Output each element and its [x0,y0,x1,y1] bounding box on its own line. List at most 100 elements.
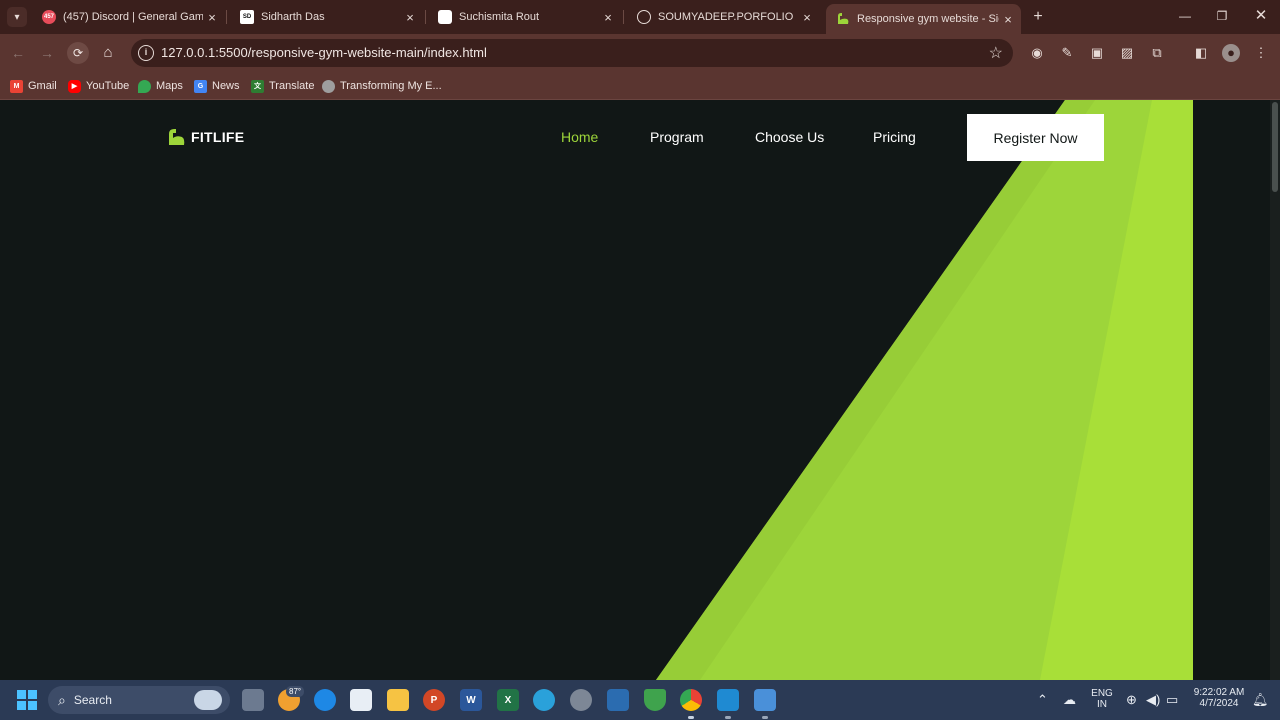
close-icon[interactable]: × [203,10,221,25]
language-indicator[interactable]: ENG IN [1090,688,1114,710]
globe-icon [637,10,651,24]
network-icon[interactable]: ⊕ [1126,692,1137,708]
tab-title: (457) Discord | General Gaming [63,11,203,23]
windows-start-button[interactable] [17,690,37,710]
search-icon: ⌕ [58,691,66,708]
close-icon[interactable]: × [401,10,419,25]
site-icon [438,10,452,24]
running-app-indicator [762,716,768,719]
bookmark-translate[interactable]: 文 Translate [251,77,314,95]
shield-icon[interactable] [644,689,666,711]
telegram-icon[interactable] [533,689,555,711]
app-icon[interactable] [607,689,629,711]
image-icon[interactable]: ▨ [1118,44,1136,62]
extension-icon[interactable]: ◉ [1028,44,1046,62]
side-panel-icon[interactable]: ◧ [1192,44,1210,62]
running-app-indicator [725,716,731,719]
tab-suchismita-rout[interactable]: Suchismita Rout × [428,4,621,30]
bookmark-youtube[interactable]: ▶ YouTube [68,77,129,95]
youtube-icon: ▶ [68,79,81,93]
screenshot-icon[interactable]: ▣ [1088,44,1106,62]
tab-sidharth-das[interactable]: SD Sidharth Das × [230,4,423,30]
new-tab-button[interactable]: + [1028,7,1048,27]
url-text[interactable]: 127.0.0.1:5500/responsive-gym-website-ma… [161,45,487,60]
bookmark-label: Gmail [28,80,57,92]
bookmark-transforming[interactable]: Transforming My E... [322,77,442,95]
file-explorer-icon[interactable] [387,689,409,711]
page-scrollbar[interactable] [1270,100,1280,680]
nav-pricing[interactable]: Pricing [873,129,916,145]
bookmark-news[interactable]: G News [194,77,240,95]
taskbar-search[interactable]: ⌕ Search [48,686,230,714]
notification-bell-icon[interactable]: 🔔︎ [1252,692,1269,708]
tab-separator [226,10,227,24]
logo-text: FITLIFE [191,129,245,145]
excel-icon[interactable]: X [497,689,519,711]
minimize-button[interactable]: — [1170,6,1200,26]
restore-button[interactable]: ❐ [1207,6,1237,26]
home-button[interactable]: ⌂ [97,42,119,64]
address-bar[interactable]: i 127.0.0.1:5500/responsive-gym-website-… [131,39,1013,67]
settings-icon[interactable] [570,689,592,711]
bookmark-label: Translate [269,80,315,92]
edge-icon[interactable] [314,689,336,711]
active-app-indicator [688,716,694,719]
flexed-arm-icon [169,129,185,145]
tab-separator [425,10,426,24]
nav-home[interactable]: Home [561,129,598,145]
bookmark-maps[interactable]: Maps [138,77,183,95]
extensions-puzzle-icon[interactable]: ⧉ [1148,44,1166,62]
powerpoint-icon[interactable]: P [423,689,445,711]
tab-title: Responsive gym website - Sidsc [857,13,999,25]
tab-separator [623,10,624,24]
profile-avatar[interactable]: ● [1222,44,1240,62]
language-region: IN [1097,699,1107,710]
bookmark-label: Maps [156,80,183,92]
tab-search-button[interactable]: ▾ [7,7,27,27]
hero-accent-shape [656,100,1270,680]
site-info-icon[interactable]: i [138,45,154,61]
register-now-button[interactable]: Register Now [967,114,1104,161]
chevron-up-icon[interactable]: ⌃ [1037,692,1048,708]
windows-taskbar: ⌕ Search 87° P W X ⌃ ☁ ENG IN ⊕ ◀) ▭ 9:2… [0,680,1280,720]
search-highlight-image [194,690,222,710]
close-icon[interactable]: × [798,10,816,25]
bookmark-gmail[interactable]: M Gmail [10,77,57,95]
tab-gym-website[interactable]: Responsive gym website - Sidsc × [826,4,1021,34]
tab-soumyadeep-portfolio[interactable]: SOUMYADEEP.PORFOLIO × [627,4,820,30]
tab-title: Sidharth Das [261,11,325,23]
close-icon[interactable]: × [999,12,1017,27]
menu-kebab-icon[interactable]: ⋮ [1252,44,1270,62]
tab-title: SOUMYADEEP.PORFOLIO [658,11,794,23]
search-placeholder: Search [73,693,112,707]
site-logo[interactable]: FITLIFE [168,128,244,146]
task-view-icon[interactable] [242,689,264,711]
flexed-arm-icon [836,12,850,26]
cloud-icon[interactable]: ☁ [1063,692,1076,708]
close-window-button[interactable]: ✕ [1246,6,1276,26]
chrome-icon[interactable] [680,689,702,711]
tab-strip: ▾ 457 (457) Discord | General Gaming × S… [0,0,1280,34]
bookmark-star-icon[interactable]: ☆ [989,43,1003,63]
battery-icon[interactable]: ▭ [1166,692,1178,708]
word-icon[interactable]: W [460,689,482,711]
volume-icon[interactable]: ◀) [1146,692,1160,708]
globe-icon [322,79,335,93]
nav-choose-us[interactable]: Choose Us [755,129,824,145]
nav-program[interactable]: Program [650,129,704,145]
reload-button[interactable]: ⟳ [67,42,89,64]
bookmark-label: Transforming My E... [340,80,442,92]
tab-discord[interactable]: 457 (457) Discord | General Gaming × [32,4,225,30]
vscode-icon[interactable] [717,689,739,711]
back-button[interactable]: ← [7,42,29,64]
close-icon[interactable]: × [599,10,617,25]
discord-icon: 457 [42,10,56,24]
eyedropper-icon[interactable]: ✎ [1058,44,1076,62]
bookmarks-bar: M Gmail ▶ YouTube Maps G News 文 Translat… [0,72,1280,100]
forward-button[interactable]: → [36,42,58,64]
store-icon[interactable] [350,689,372,711]
camera-icon[interactable] [754,689,776,711]
clock[interactable]: 9:22:02 AM 4/7/2024 [1188,687,1250,709]
clock-time: 9:22:02 AM [1193,687,1245,698]
scrollbar-thumb[interactable] [1272,102,1278,192]
